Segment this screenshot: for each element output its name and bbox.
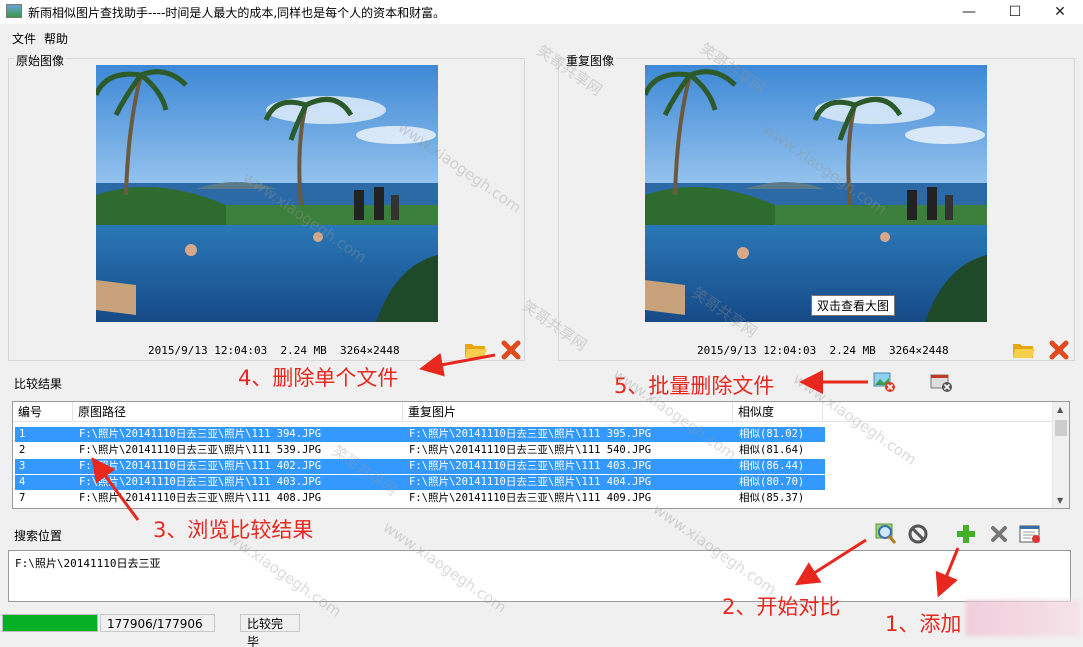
blurred-region — [966, 600, 1080, 636]
annotation-step5: 5、批量删除文件 — [614, 374, 775, 398]
annotation-step3: 3、浏览比较结果 — [153, 518, 314, 542]
annotation-arrows — [91, 352, 960, 598]
annotation-step1: 1、添加 — [885, 612, 962, 636]
annotation-step2: 2、开始对比 — [722, 595, 841, 619]
annotation-step4: 4、删除单个文件 — [238, 366, 399, 390]
